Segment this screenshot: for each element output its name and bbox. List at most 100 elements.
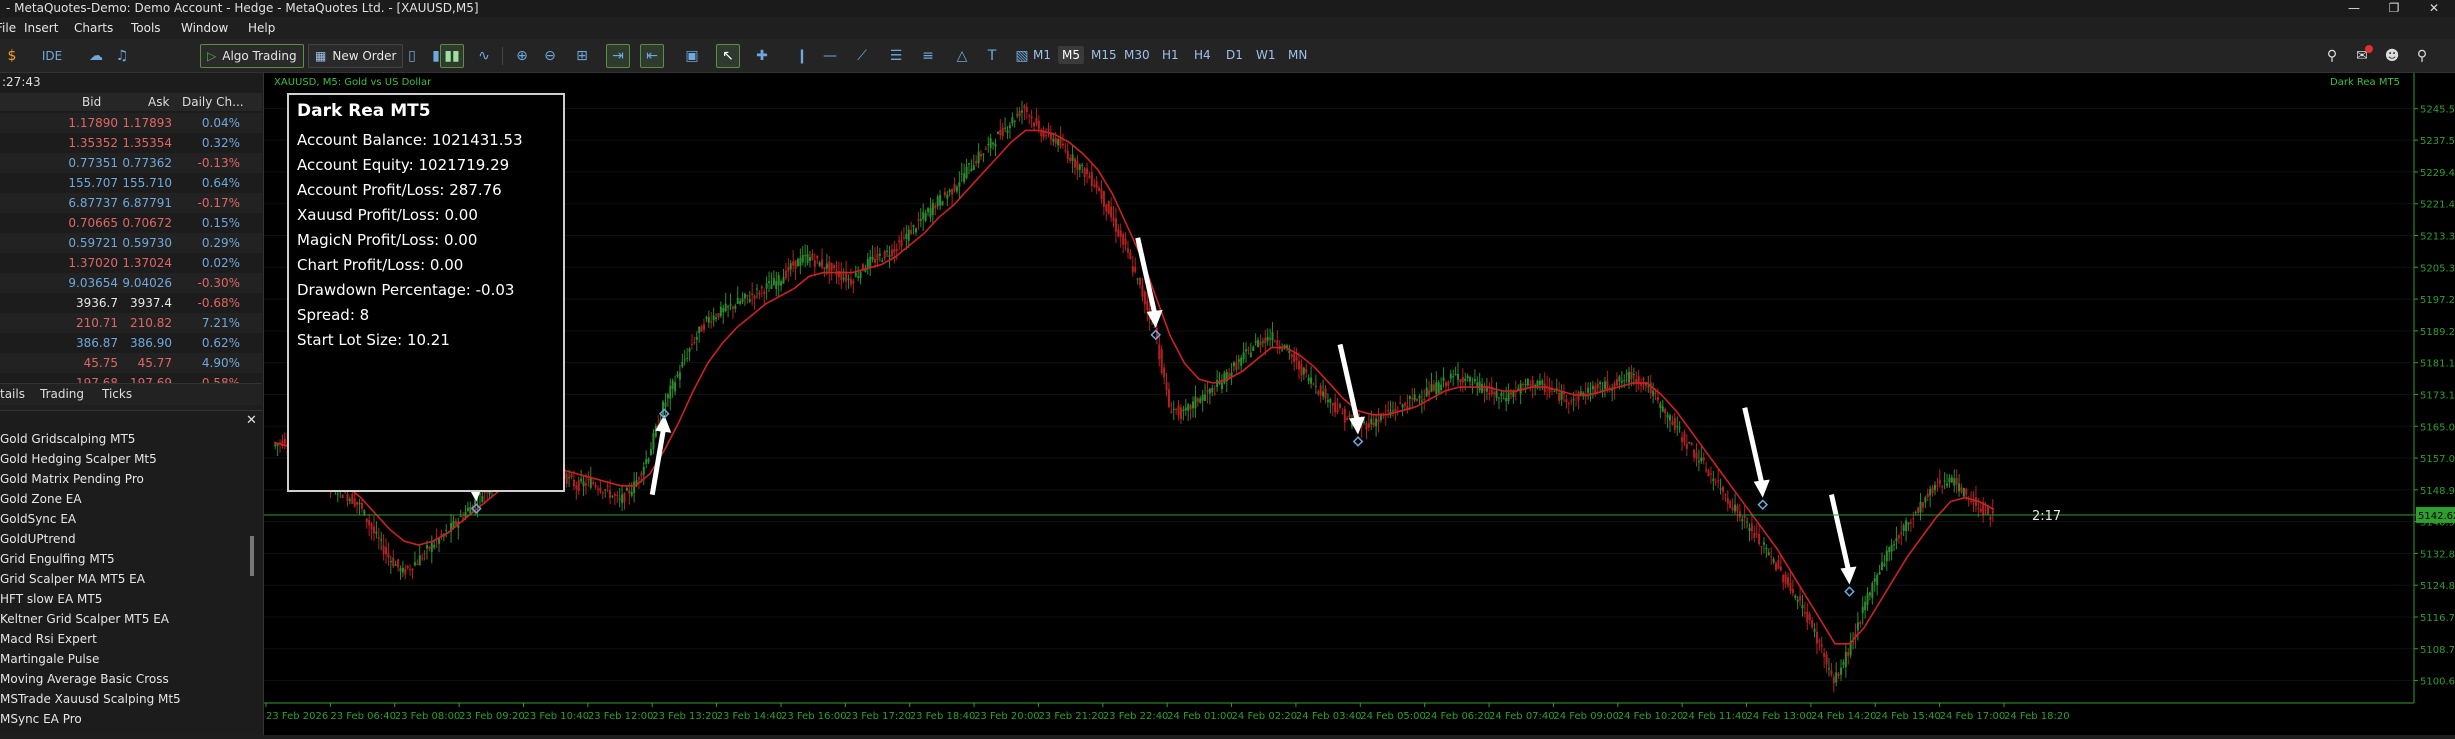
menu-window[interactable]: Window [181,21,228,35]
dollar-icon[interactable]: $ [0,44,24,68]
navigator-item[interactable]: Keltner Grid Scalper MT5 EA [0,612,169,626]
candle-body [1177,404,1180,416]
title-bar: - MetaQuotes-Demo: Demo Account - Hedge … [0,0,2455,17]
channel-icon[interactable]: ☰ [884,44,908,68]
market-watch-row[interactable]: 6.87737 6.87791 -0.17% [0,193,262,213]
navigator-item[interactable]: Gold Gridscalping MT5 [0,432,135,446]
timeframe-m5[interactable]: M5 [1058,46,1084,64]
timeframe-d1[interactable]: D1 [1226,48,1243,62]
navigator-item[interactable]: GoldSync EA [0,512,76,526]
market-watch-row[interactable]: 1.35352 1.35354 0.32% [0,133,262,153]
timeframe-h1[interactable]: H1 [1162,48,1179,62]
candle-body [1563,393,1565,395]
menu-charts[interactable]: Charts [74,21,113,35]
ide-button[interactable]: IDE [40,44,64,68]
horizontal-line-icon[interactable]: — [818,44,842,68]
market-watch-row[interactable]: 1.17890 1.17893 0.04% [0,113,262,133]
zoom-in-icon[interactable]: ⊕ [510,44,534,68]
market-watch-row[interactable]: 3936.7 3937.4 -0.68% [0,293,262,313]
candle-body [1500,393,1503,396]
chart-window[interactable]: 5245.50 5237.53 5229.48 5221.43 5213.38 5205.… [263,73,2455,735]
chart-shift-icon[interactable]: ⇤ [640,44,664,68]
navigator-item[interactable]: Macd Rsi Expert [0,632,97,646]
candle-body [1365,423,1368,430]
notifications-icon[interactable]: ✉ [2350,44,2374,68]
candle-body [1423,399,1426,401]
fibonacci-icon[interactable]: ≡ [916,44,940,68]
new-order-button[interactable]: ▦ New Order [308,44,404,68]
market-watch-row[interactable]: 0.77351 0.77362 -0.13% [0,153,262,173]
cursor-icon[interactable]: ↖ [716,44,740,68]
navigator-item[interactable]: MSync EA Pro [0,712,82,726]
timeframe-m1[interactable]: M1 [1033,48,1051,62]
market-watch-row[interactable]: 9.03654 9.04026 -0.30% [0,273,262,293]
tab-details[interactable]: tails [0,387,25,401]
timeframe-mn[interactable]: MN [1288,48,1307,62]
navigator-scrollbar[interactable] [250,536,254,576]
candle-body [821,259,824,268]
community-icon[interactable]: ⚲ [2410,44,2434,68]
market-watch-row[interactable]: 1.37020 1.37024 0.02% [0,253,262,273]
zoom-out-icon[interactable]: ⊖ [538,44,562,68]
cloud-icon[interactable]: ☁ [84,44,108,68]
column-ask[interactable]: Ask [148,95,169,109]
signals-icon[interactable]: ♫ [110,44,134,68]
trendline-icon[interactable]: ⟋ [850,44,874,68]
account-icon[interactable]: ☻ [2380,44,2404,68]
candlestick-chart-icon[interactable]: ▮▮ [440,44,464,68]
menu-tools[interactable]: Tools [131,21,161,35]
menu-file[interactable]: File [0,21,16,35]
navigator-item[interactable]: Moving Average Basic Cross [0,672,169,686]
tab-trading[interactable]: Trading [40,387,84,401]
column-daily-change[interactable]: Daily Ch... [182,95,244,109]
timeframe-m15[interactable]: M15 [1091,48,1117,62]
vertical-line-icon[interactable]: ❙ [790,44,814,68]
candle-body [1777,560,1780,569]
grid-icon[interactable]: ⊞ [570,44,594,68]
search-icon[interactable]: ⚲ [2320,44,2344,68]
timeframe-w1[interactable]: W1 [1256,48,1276,62]
candle-body [1293,353,1296,362]
navigator-item[interactable]: Gold Matrix Pending Pro [0,472,144,486]
crosshair-icon[interactable]: ✚ [750,44,774,68]
navigator-item[interactable]: Grid Scalper MA MT5 EA [0,572,145,586]
market-watch-row[interactable]: 0.59721 0.59730 0.29% [0,233,262,253]
close-icon[interactable]: ✕ [2414,0,2454,17]
text-icon[interactable]: T [980,44,1004,68]
navigator-item[interactable]: HFT slow EA MT5 [0,592,102,606]
navigator-item[interactable]: GoldUPtrend [0,532,76,546]
close-icon[interactable]: ✕ [246,413,257,428]
price-chart[interactable]: 5245.50 5237.53 5229.48 5221.43 5213.38 5205.… [264,73,2455,735]
navigator-item[interactable]: Gold Zone EA [0,492,82,506]
market-watch-row[interactable]: 0.70665 0.70672 0.15% [0,213,262,233]
tab-ticks[interactable]: Ticks [102,387,132,401]
timeframe-h4[interactable]: H4 [1194,48,1211,62]
market-watch-row[interactable]: 45.75 45.77 4.90% [0,353,262,373]
navigator-item[interactable]: Martingale Pulse [0,652,99,666]
candle-body [1322,391,1325,397]
daily-change-cell: 7.21% [201,316,240,330]
algo-trading-button[interactable]: ▷ Algo Trading [200,44,304,68]
menu-help[interactable]: Help [248,21,275,35]
candle-body [592,482,595,484]
candle-body [1652,390,1655,397]
minimize-icon[interactable]: — [2334,0,2374,17]
shapes-icon[interactable]: △ [950,44,974,68]
navigator-item[interactable]: Gold Hedging Scalper Mt5 [0,452,157,466]
autoscroll-icon[interactable]: ⇥ [606,44,630,68]
column-bid[interactable]: Bid [82,95,101,109]
market-watch-row[interactable]: 210.71 210.82 7.21% [0,313,262,333]
screenshot-icon[interactable]: ▣ [680,44,704,68]
objects-icon[interactable]: ▧ [1010,44,1034,68]
navigator-item[interactable]: MSTrade Xauusd Scalping Mt5 [0,692,181,706]
market-watch-row[interactable]: 386.87 386.90 0.62% [0,333,262,353]
bar-chart-icon[interactable]: ▯ [400,44,424,68]
timeframe-m30[interactable]: M30 [1124,48,1150,62]
menu-insert[interactable]: Insert [24,21,58,35]
line-chart-icon[interactable]: ∿ [472,44,496,68]
candle-body [1572,399,1575,401]
restore-icon[interactable]: ❐ [2374,0,2414,17]
navigator-item[interactable]: Grid Engulfing MT5 [0,552,115,566]
market-watch-row[interactable]: 155.707 155.710 0.64% [0,173,262,193]
candle-body [724,303,727,311]
